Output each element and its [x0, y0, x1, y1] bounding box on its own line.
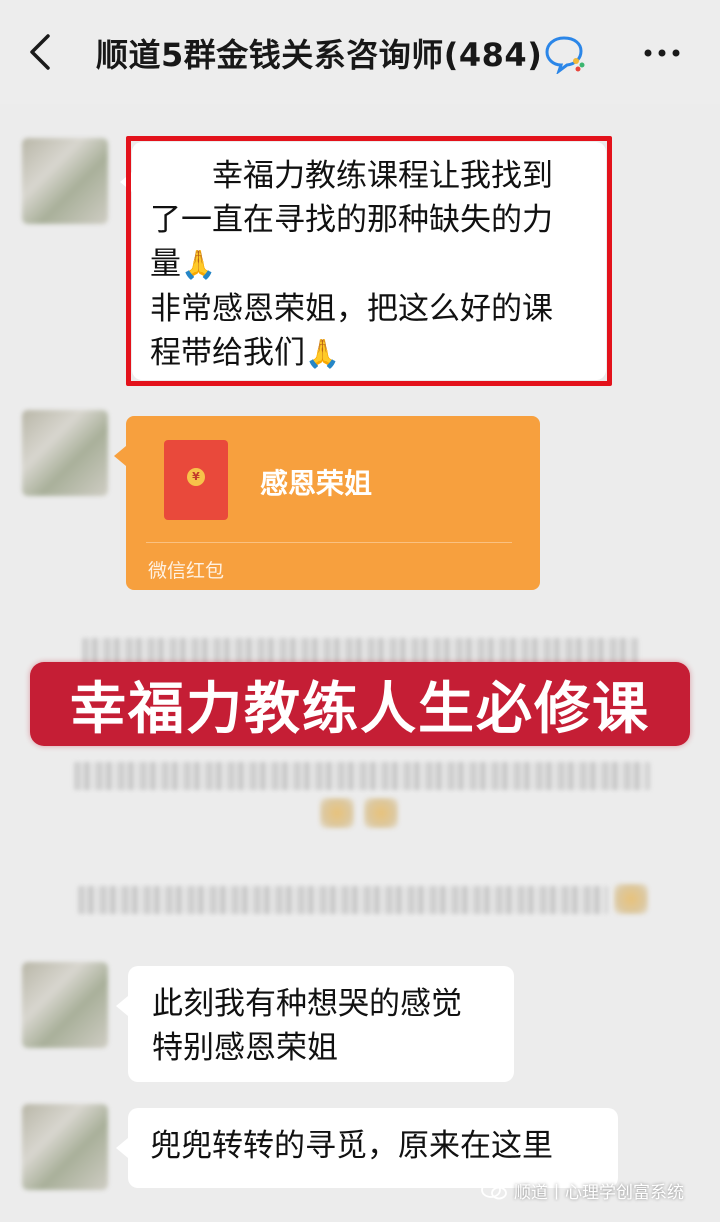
blurred-emoji: [320, 798, 354, 828]
blurred-emoji: [364, 798, 398, 828]
blurred-system-message: [74, 762, 650, 790]
divider: [146, 542, 512, 543]
message-bubble[interactable]: 兜兜转转的寻觅，原来在这里: [116, 1108, 618, 1188]
group-chat-icon[interactable]: [544, 34, 588, 74]
red-packet-footer: 微信红包: [148, 560, 225, 582]
banner-text: 幸福力教练人生必修课: [70, 676, 650, 742]
avatar[interactable]: [22, 410, 108, 496]
red-envelope-icon: ¥: [164, 440, 228, 520]
highlight-frame: [126, 136, 612, 386]
watermark-text: 顺道丨心理学创富系统: [514, 1183, 684, 1203]
back-arrow-icon[interactable]: [22, 30, 62, 74]
blurred-emoji: [614, 884, 648, 914]
message-line: 兜兜转转的寻觅，原来在这里: [150, 1128, 553, 1164]
watermark: 顺道丨心理学创富系统: [480, 1178, 684, 1203]
more-icon[interactable]: [640, 38, 684, 68]
coin-icon: ¥: [187, 468, 205, 486]
chat-header: 顺道5群金钱关系咨询师(484): [0, 0, 720, 104]
message-bubble[interactable]: 此刻我有种想哭的感觉 特别感恩荣姐: [116, 966, 514, 1082]
red-packet-card[interactable]: ¥ 感恩荣姐 微信红包: [114, 416, 540, 590]
message-line: 特别感恩荣姐: [152, 1030, 338, 1066]
wechat-icon: [481, 1181, 507, 1199]
overlay-banner: 幸福力教练人生必修课: [30, 662, 690, 746]
avatar[interactable]: [22, 962, 108, 1048]
chat-screen: 顺道5群金钱关系咨询师(484) 幸福力教练课程让我找到 了一直在寻找的那种缺失…: [0, 0, 720, 1222]
avatar[interactable]: [22, 1104, 108, 1190]
message-line: 此刻我有种想哭的感觉: [152, 986, 462, 1022]
chat-title: 顺道5群金钱关系咨询师(484): [96, 36, 543, 74]
red-packet-title: 感恩荣姐: [260, 467, 373, 500]
avatar[interactable]: [22, 138, 108, 224]
blurred-system-message: [78, 886, 608, 914]
